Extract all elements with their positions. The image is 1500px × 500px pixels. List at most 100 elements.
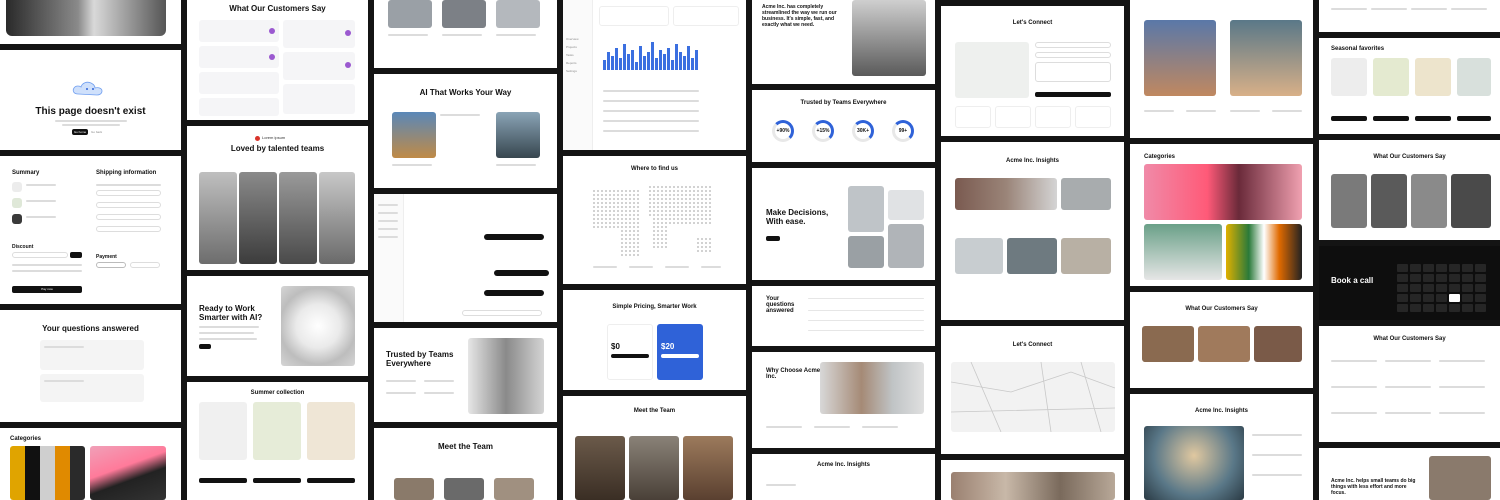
contact-message[interactable]: [1035, 62, 1111, 82]
map-dot: [621, 250, 623, 252]
calendar-day[interactable]: [1397, 264, 1408, 272]
calendar-day[interactable]: [1423, 304, 1434, 312]
map-dot: [673, 214, 675, 216]
payment-option[interactable]: [96, 262, 126, 268]
connect-map-card: Let's Connect: [941, 326, 1124, 454]
calendar-day[interactable]: [1397, 274, 1408, 282]
discount-input[interactable]: [12, 252, 68, 258]
calendar-day[interactable]: [1475, 294, 1486, 302]
stat-ring: 30K+: [852, 120, 874, 142]
add-to-cart-button[interactable]: [1457, 116, 1491, 121]
shipping-field[interactable]: [96, 226, 161, 232]
calendar-day[interactable]: [1449, 284, 1460, 292]
calendar-day[interactable]: [1475, 274, 1486, 282]
map-dot: [653, 230, 655, 232]
map-dot: [593, 190, 595, 192]
categories-grid-title: Categories: [1144, 154, 1176, 160]
message-input[interactable]: [462, 310, 542, 316]
add-to-cart-button[interactable]: [307, 478, 355, 483]
calendar-day[interactable]: [1397, 284, 1408, 292]
contact-field[interactable]: [1035, 42, 1111, 48]
calendar-day[interactable]: [1423, 294, 1434, 302]
chart-bar: [607, 52, 610, 70]
calendar-day[interactable]: [1475, 304, 1486, 312]
map-dot: [709, 222, 711, 224]
map-dot: [621, 226, 623, 228]
calendar-day[interactable]: [1449, 264, 1460, 272]
sidebar-item[interactable]: Settings: [566, 68, 577, 74]
faq-card: Your questions answered: [0, 310, 181, 422]
testimonial-item: [199, 98, 279, 116]
calendar-day[interactable]: [1436, 284, 1447, 292]
calendar-day[interactable]: [1436, 294, 1447, 302]
calendar-day[interactable]: [1462, 294, 1473, 302]
add-to-cart-button[interactable]: [199, 478, 247, 483]
faq-item[interactable]: [40, 374, 144, 402]
map-dot: [709, 246, 711, 248]
map-dot: [677, 186, 679, 188]
contact-field[interactable]: [1035, 52, 1111, 58]
map-dot: [605, 206, 607, 208]
calendar-day[interactable]: [1475, 284, 1486, 292]
trusted-title: Trusted by Teams Everywhere: [386, 350, 454, 368]
calendar-day[interactable]: [1462, 284, 1473, 292]
calendar-day[interactable]: [1449, 304, 1460, 312]
calendar-day[interactable]: [1410, 284, 1421, 292]
map-dot: [705, 250, 707, 252]
apply-discount-button[interactable]: [70, 252, 82, 258]
checkout-summary-card: Summary Shipping information Discount Pa…: [0, 156, 181, 304]
choose-plan-button[interactable]: [611, 354, 649, 358]
cta-button[interactable]: [199, 344, 211, 349]
loved-title: Loved by talented teams: [230, 144, 325, 153]
add-to-cart-button[interactable]: [1415, 116, 1451, 121]
map-dot: [617, 218, 619, 220]
map-dot: [625, 230, 627, 232]
map-dot: [661, 190, 663, 192]
calendar-day[interactable]: [1410, 294, 1421, 302]
payment-option[interactable]: [130, 262, 160, 268]
chart-bar: [687, 46, 690, 70]
calendar-day[interactable]: [1436, 274, 1447, 282]
sidebar-item[interactable]: Overview: [566, 36, 579, 42]
add-to-cart-button[interactable]: [1331, 116, 1367, 121]
calendar-day[interactable]: [1397, 304, 1408, 312]
map-dot: [709, 190, 711, 192]
calendar-day[interactable]: [1462, 274, 1473, 282]
calendar-day[interactable]: [1449, 294, 1460, 302]
map-dot: [657, 242, 659, 244]
send-button[interactable]: [1035, 92, 1111, 97]
sidebar-item[interactable]: Tasks: [566, 52, 574, 58]
shipping-field[interactable]: [96, 190, 161, 196]
add-to-cart-button[interactable]: [253, 478, 301, 483]
calendar-day[interactable]: [1462, 304, 1473, 312]
shipping-field[interactable]: [96, 202, 161, 208]
choose-plan-button[interactable]: [661, 354, 699, 358]
connect-map-title: Let's Connect: [1012, 342, 1053, 348]
calendar-day[interactable]: [1423, 274, 1434, 282]
map-dot: [629, 234, 631, 236]
pricing-card: Simple Pricing, Smarter Work $0 $20: [563, 290, 746, 390]
get-started-button[interactable]: [766, 236, 780, 241]
calendar-day[interactable]: [1436, 304, 1447, 312]
go-back-link[interactable]: Go back: [91, 129, 102, 135]
calendar-day[interactable]: [1475, 264, 1486, 272]
calendar-day[interactable]: [1462, 264, 1473, 272]
calendar-day[interactable]: [1410, 304, 1421, 312]
shipping-field[interactable]: [96, 214, 161, 220]
sidebar-item[interactable]: Reports: [566, 60, 577, 66]
calendar-day[interactable]: [1397, 294, 1408, 302]
calendar-day[interactable]: [1410, 264, 1421, 272]
map-dot: [649, 186, 651, 188]
calendar-day[interactable]: [1423, 264, 1434, 272]
go-home-button[interactable]: Go home: [72, 129, 88, 135]
faq-item[interactable]: [40, 340, 144, 370]
calendar-day[interactable]: [1423, 284, 1434, 292]
map-dot: [689, 194, 691, 196]
calendar-day[interactable]: [1449, 274, 1460, 282]
calendar-day[interactable]: [1436, 264, 1447, 272]
sidebar-item[interactable]: Projects: [566, 44, 577, 50]
calendar-day[interactable]: [1410, 274, 1421, 282]
pay-now-button[interactable]: Pay now: [12, 286, 82, 293]
add-to-cart-button[interactable]: [1373, 116, 1409, 121]
map-dot: [657, 222, 659, 224]
